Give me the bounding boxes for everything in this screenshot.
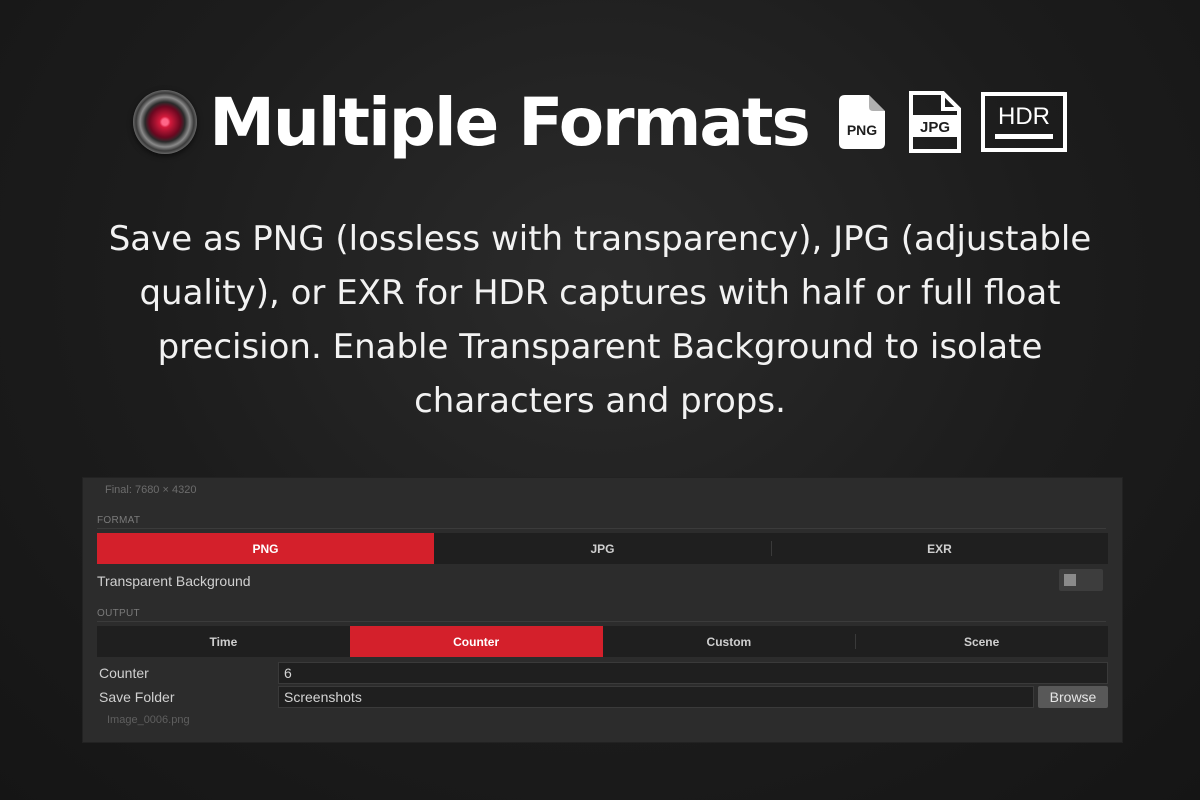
counter-value: 6 (284, 665, 292, 681)
format-option-png[interactable]: PNG (97, 533, 434, 564)
browse-button[interactable]: Browse (1038, 686, 1108, 708)
png-file-icon: PNG (837, 93, 887, 151)
format-section-label: FORMAT (97, 515, 141, 526)
output-option-scene[interactable]: Scene (855, 626, 1108, 657)
output-option-time[interactable]: Time (97, 626, 350, 657)
output-section-label: OUTPUT (97, 608, 140, 619)
transparent-background-toggle[interactable] (1059, 569, 1103, 591)
hero-header: Multiple Formats PNG JPG HDR (0, 72, 1200, 172)
hero-description: Save as PNG (lossless with transparency)… (108, 219, 1092, 421)
save-folder-field[interactable]: Screenshots (278, 686, 1034, 708)
jpg-file-icon: JPG (907, 91, 961, 153)
jpg-badge-label: JPG (920, 119, 950, 136)
png-badge-label: PNG (847, 122, 877, 138)
output-option-custom[interactable]: Custom (603, 626, 856, 657)
final-resolution-text: Final: 7680 × 4320 (105, 484, 197, 496)
counter-label: Counter (99, 665, 149, 681)
format-badges: PNG JPG HDR (837, 91, 1067, 153)
camera-lens-logo-icon (133, 90, 198, 154)
transparent-background-label: Transparent Background (97, 573, 251, 589)
output-naming-selector[interactable]: Time Counter Custom Scene (97, 626, 1108, 657)
format-option-jpg[interactable]: JPG (434, 533, 771, 564)
output-divider (97, 621, 1106, 622)
save-folder-value: Screenshots (284, 689, 362, 705)
toggle-knob (1064, 574, 1076, 586)
save-folder-label: Save Folder (99, 689, 175, 705)
output-option-counter[interactable]: Counter (349, 626, 603, 657)
counter-field[interactable]: 6 (278, 662, 1108, 684)
hero-title: Multiple Formats (209, 83, 811, 161)
filename-preview: Image_0006.png (107, 714, 190, 726)
capture-settings-panel: Final: 7680 × 4320 FORMAT PNG JPG EXR Tr… (82, 477, 1123, 743)
hdr-monitor-icon: HDR (980, 92, 1067, 152)
format-option-exr[interactable]: EXR (771, 533, 1108, 564)
hdr-badge-label: HDR (998, 103, 1050, 130)
format-divider (97, 528, 1106, 529)
format-selector[interactable]: PNG JPG EXR (97, 533, 1108, 564)
